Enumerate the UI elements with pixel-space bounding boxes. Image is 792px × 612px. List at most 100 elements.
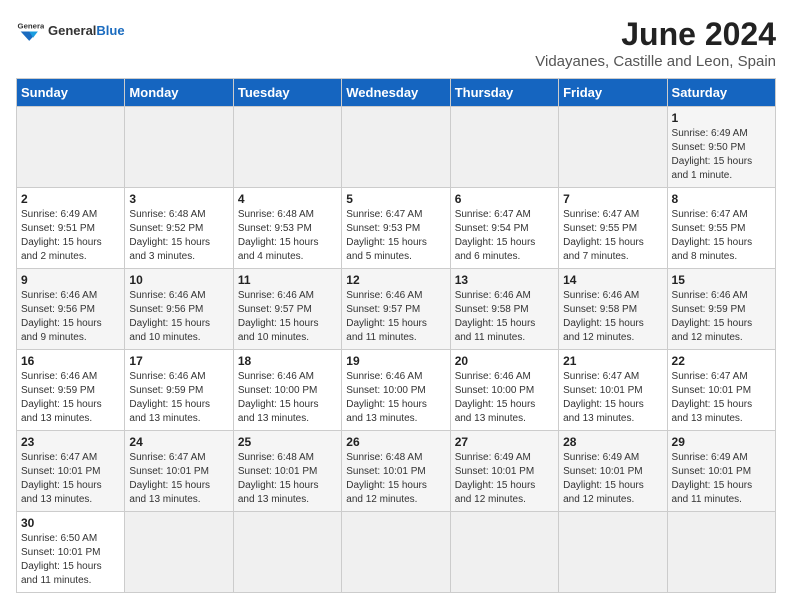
day-info: Sunrise: 6:50 AM Sunset: 10:01 PM Daylig…: [21, 532, 120, 588]
day-number: 29: [672, 435, 771, 449]
svg-text:General: General: [18, 21, 44, 30]
location-title: Vidayanes, Castille and Leon, Spain: [535, 53, 776, 70]
calendar-cell: 3 Sunrise: 6:48 AM Sunset: 9:52 PM Daylig…: [125, 188, 233, 269]
calendar-cell: [559, 512, 667, 593]
calendar-cell: 7 Sunrise: 6:47 AM Sunset: 9:55 PM Daylig…: [559, 188, 667, 269]
day-number: 23: [21, 435, 120, 449]
calendar-cell: 16 Sunrise: 6:46 AM Sunset: 9:59 PM Dayli…: [17, 350, 125, 431]
calendar-cell: 10 Sunrise: 6:46 AM Sunset: 9:56 PM Dayli…: [125, 269, 233, 350]
day-info: Sunrise: 6:46 AM Sunset: 10:00 PM Daylig…: [238, 370, 337, 426]
day-info: Sunrise: 6:46 AM Sunset: 9:56 PM Dayligh…: [21, 289, 120, 345]
calendar-cell: 20 Sunrise: 6:46 AM Sunset: 10:00 PM Dayl…: [450, 350, 558, 431]
day-header-sunday: Sunday: [17, 79, 125, 107]
calendar-cell: 11Sunrise: 6:46 AM Sunset: 9:57 PM Dayli…: [233, 269, 341, 350]
calendar-table: SundayMondayTuesdayWednesdayThursdayFrid…: [16, 78, 776, 593]
calendar-cell: 27Sunrise: 6:49 AM Sunset: 10:01 PM Dayl…: [450, 431, 558, 512]
calendar-cell: 19Sunrise: 6:46 AM Sunset: 10:00 PM Dayl…: [342, 350, 450, 431]
day-number: 25: [238, 435, 337, 449]
day-header-friday: Friday: [559, 79, 667, 107]
day-info: Sunrise: 6:47 AM Sunset: 9:53 PM Dayligh…: [346, 208, 445, 264]
calendar-cell: 9Sunrise: 6:46 AM Sunset: 9:56 PM Daylig…: [17, 269, 125, 350]
calendar-cell: 1Sunrise: 6:49 AM Sunset: 9:50 PM Daylig…: [667, 107, 775, 188]
day-number: 4: [238, 192, 337, 206]
day-number: 2: [21, 192, 120, 206]
day-number: 16: [21, 354, 120, 368]
calendar-cell: [17, 107, 125, 188]
calendar-cell: 15 Sunrise: 6:46 AM Sunset: 9:59 PM Dayli…: [667, 269, 775, 350]
day-info: Sunrise: 6:47 AM Sunset: 9:55 PM Dayligh…: [672, 208, 771, 264]
calendar-cell: [450, 107, 558, 188]
day-number: 10: [129, 273, 228, 287]
day-number: 21: [563, 354, 662, 368]
header: General GeneralBlue June 2024 Vidayanes,…: [16, 16, 776, 70]
day-info: Sunrise: 6:46 AM Sunset: 9:58 PM Dayligh…: [563, 289, 662, 345]
day-number: 3: [129, 192, 228, 206]
calendar-cell: [125, 512, 233, 593]
day-info: Sunrise: 6:48 AM Sunset: 9:52 PM Dayligh…: [129, 208, 228, 264]
day-info: Sunrise: 6:46 AM Sunset: 9:59 PM Dayligh…: [21, 370, 120, 426]
day-info: Sunrise: 6:46 AM Sunset: 10:00 PM Daylig…: [346, 370, 445, 426]
calendar-cell: 2 Sunrise: 6:49 AM Sunset: 9:51 PM Daylig…: [17, 188, 125, 269]
day-info: Sunrise: 6:47 AM Sunset: 9:55 PM Dayligh…: [563, 208, 662, 264]
day-number: 24: [129, 435, 228, 449]
calendar-cell: 24 Sunrise: 6:47 AM Sunset: 10:01 PM Dayl…: [125, 431, 233, 512]
day-header-monday: Monday: [125, 79, 233, 107]
calendar-cell: 6Sunrise: 6:47 AM Sunset: 9:54 PM Daylig…: [450, 188, 558, 269]
calendar-cell: 14 Sunrise: 6:46 AM Sunset: 9:58 PM Dayli…: [559, 269, 667, 350]
calendar-cell: [342, 512, 450, 593]
calendar-cell: 30Sunrise: 6:50 AM Sunset: 10:01 PM Dayl…: [17, 512, 125, 593]
calendar-cell: 5 Sunrise: 6:47 AM Sunset: 9:53 PM Daylig…: [342, 188, 450, 269]
day-info: Sunrise: 6:48 AM Sunset: 9:53 PM Dayligh…: [238, 208, 337, 264]
day-info: Sunrise: 6:49 AM Sunset: 9:50 PM Dayligh…: [672, 127, 771, 183]
calendar-cell: 13 Sunrise: 6:46 AM Sunset: 9:58 PM Dayli…: [450, 269, 558, 350]
calendar-cell: [233, 512, 341, 593]
calendar-cell: 18 Sunrise: 6:46 AM Sunset: 10:00 PM Dayl…: [233, 350, 341, 431]
day-header-tuesday: Tuesday: [233, 79, 341, 107]
day-info: Sunrise: 6:49 AM Sunset: 9:51 PM Dayligh…: [21, 208, 120, 264]
calendar-cell: [233, 107, 341, 188]
calendar-cell: 26Sunrise: 6:48 AM Sunset: 10:01 PM Dayl…: [342, 431, 450, 512]
week-row-6: 30Sunrise: 6:50 AM Sunset: 10:01 PM Dayl…: [17, 512, 776, 593]
calendar-cell: [450, 512, 558, 593]
week-row-2: 2 Sunrise: 6:49 AM Sunset: 9:51 PM Daylig…: [17, 188, 776, 269]
calendar-cell: [667, 512, 775, 593]
day-number: 14: [563, 273, 662, 287]
day-number: 13: [455, 273, 554, 287]
day-number: 20: [455, 354, 554, 368]
day-number: 18: [238, 354, 337, 368]
title-area: June 2024 Vidayanes, Castille and Leon, …: [535, 16, 776, 70]
logo: General GeneralBlue: [16, 16, 125, 44]
day-number: 8: [672, 192, 771, 206]
day-info: Sunrise: 6:46 AM Sunset: 9:56 PM Dayligh…: [129, 289, 228, 345]
day-info: Sunrise: 6:47 AM Sunset: 10:01 PM Daylig…: [21, 451, 120, 507]
day-info: Sunrise: 6:46 AM Sunset: 9:58 PM Dayligh…: [455, 289, 554, 345]
day-header-saturday: Saturday: [667, 79, 775, 107]
day-number: 28: [563, 435, 662, 449]
calendar-cell: 12Sunrise: 6:46 AM Sunset: 9:57 PM Dayli…: [342, 269, 450, 350]
day-info: Sunrise: 6:46 AM Sunset: 10:00 PM Daylig…: [455, 370, 554, 426]
day-header-wednesday: Wednesday: [342, 79, 450, 107]
day-number: 27: [455, 435, 554, 449]
week-row-4: 16 Sunrise: 6:46 AM Sunset: 9:59 PM Dayli…: [17, 350, 776, 431]
calendar-cell: 23 Sunrise: 6:47 AM Sunset: 10:01 PM Dayl…: [17, 431, 125, 512]
day-info: Sunrise: 6:46 AM Sunset: 9:59 PM Dayligh…: [672, 289, 771, 345]
logo-text: GeneralBlue: [48, 23, 125, 38]
day-number: 7: [563, 192, 662, 206]
day-number: 26: [346, 435, 445, 449]
week-row-5: 23 Sunrise: 6:47 AM Sunset: 10:01 PM Dayl…: [17, 431, 776, 512]
day-number: 15: [672, 273, 771, 287]
day-info: Sunrise: 6:49 AM Sunset: 10:01 PM Daylig…: [563, 451, 662, 507]
calendar-cell: 21 Sunrise: 6:47 AM Sunset: 10:01 PM Dayl…: [559, 350, 667, 431]
week-row-1: 1Sunrise: 6:49 AM Sunset: 9:50 PM Daylig…: [17, 107, 776, 188]
day-number: 17: [129, 354, 228, 368]
month-title: June 2024: [535, 16, 776, 53]
day-info: Sunrise: 6:47 AM Sunset: 10:01 PM Daylig…: [672, 370, 771, 426]
day-number: 22: [672, 354, 771, 368]
day-info: Sunrise: 6:47 AM Sunset: 9:54 PM Dayligh…: [455, 208, 554, 264]
day-number: 5: [346, 192, 445, 206]
day-info: Sunrise: 6:46 AM Sunset: 9:59 PM Dayligh…: [129, 370, 228, 426]
day-number: 11: [238, 273, 337, 287]
day-info: Sunrise: 6:47 AM Sunset: 10:01 PM Daylig…: [563, 370, 662, 426]
day-info: Sunrise: 6:47 AM Sunset: 10:01 PM Daylig…: [129, 451, 228, 507]
calendar-cell: 17 Sunrise: 6:46 AM Sunset: 9:59 PM Dayli…: [125, 350, 233, 431]
